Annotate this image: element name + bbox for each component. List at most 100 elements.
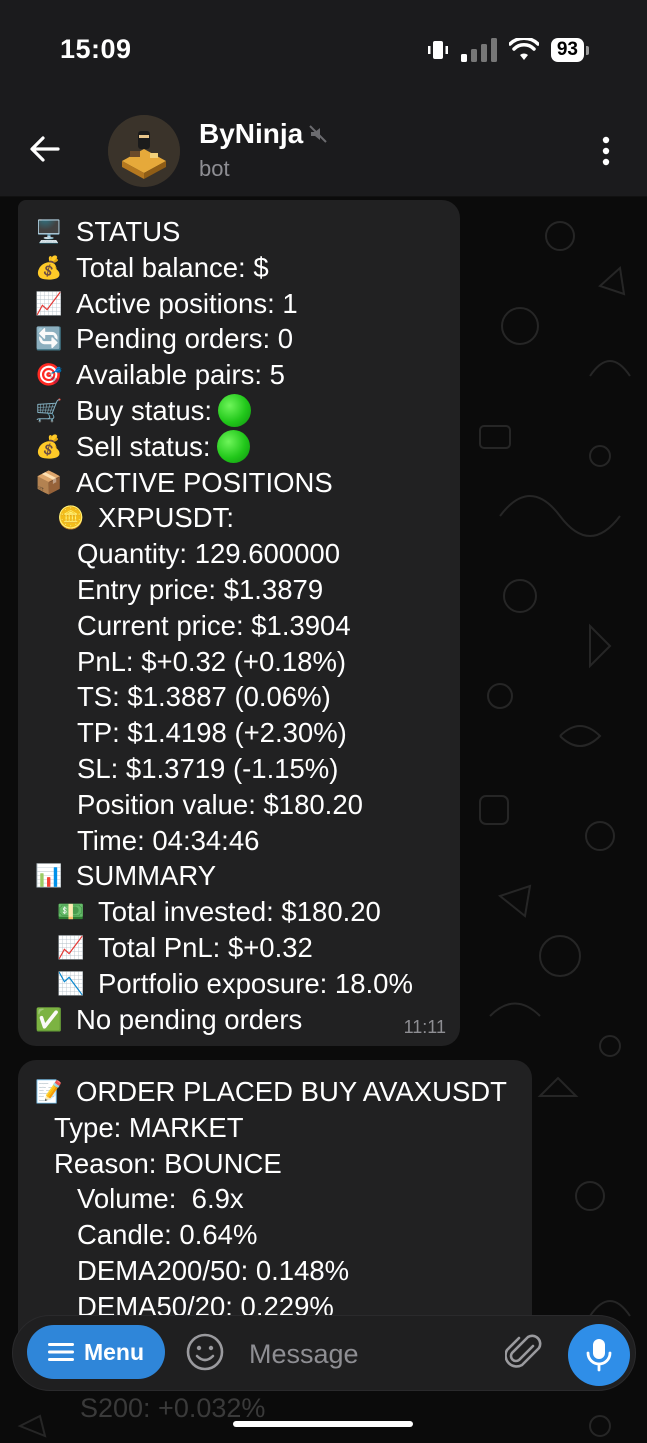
msg-line-quantity: Quantity: 129.600000 bbox=[32, 536, 444, 572]
shopping-cart-icon: 🛒 bbox=[35, 397, 63, 423]
msg-line-order-placed: 📝 ORDER PLACED BUY AVAXUSDT bbox=[32, 1074, 516, 1110]
money-bag-icon: 💰 bbox=[35, 254, 63, 280]
bar-chart-icon: 📊 bbox=[35, 863, 63, 889]
msg-line-active-positions-header: 📦 ACTIVE POSITIONS bbox=[32, 465, 444, 501]
line-text: TS: $1.3887 (0.06%) bbox=[77, 681, 331, 713]
target-icon: 🎯 bbox=[35, 362, 63, 388]
msg-line-position-value: Position value: $180.20 bbox=[32, 787, 444, 823]
status-icons: 93 bbox=[427, 38, 589, 62]
msg-line-type: Type: MARKET bbox=[32, 1110, 516, 1146]
home-indicator[interactable] bbox=[233, 1421, 413, 1427]
line-text: TP: $1.4198 (+2.30%) bbox=[77, 717, 347, 749]
green-circle-icon bbox=[218, 394, 252, 428]
msg-line-total-pnl: 📈 Total PnL: $+0.32 bbox=[32, 930, 444, 966]
green-circle-icon bbox=[216, 430, 250, 464]
line-text: SUMMARY bbox=[76, 860, 217, 892]
msg-line-volume: Volume: 6.9x bbox=[32, 1181, 516, 1217]
line-text: SL: $1.3719 (-1.15%) bbox=[77, 752, 339, 784]
line-text: ACTIVE POSITIONS bbox=[76, 466, 333, 498]
more-options-icon[interactable] bbox=[598, 136, 614, 166]
chat-subtitle: bot bbox=[199, 156, 230, 181]
line-text: Pending orders: 0 bbox=[76, 323, 294, 355]
line-text: ORDER PLACED BUY AVAXUSDT bbox=[76, 1076, 507, 1107]
vibrate-icon bbox=[427, 41, 448, 59]
ninja-avatar-image bbox=[108, 115, 180, 187]
msg-line-time: Time: 04:34:46 bbox=[32, 823, 444, 859]
status-bar: 15:09 93 bbox=[0, 0, 647, 100]
check-mark-icon: ✅ bbox=[35, 1006, 63, 1032]
wifi-icon bbox=[508, 38, 539, 60]
coin-icon: 🪙 bbox=[57, 505, 85, 531]
line-text: DEMA200/50: 0.148% bbox=[77, 1254, 350, 1286]
msg-line-no-pending-orders: ✅ No pending orders bbox=[32, 1002, 444, 1038]
msg-line-entry-price: Entry price: $1.3879 bbox=[32, 572, 444, 608]
msg-line-sl: SL: $1.3719 (-1.15%) bbox=[32, 751, 444, 787]
msg-line-available-pairs: 🎯 Available pairs: 5 bbox=[32, 357, 444, 393]
chat-header: ByNinja bot bbox=[0, 100, 647, 197]
msg-line-total-invested: 💵 Total invested: $180.20 bbox=[32, 894, 444, 930]
message-input[interactable] bbox=[247, 1334, 481, 1374]
line-text: Volume: 6.9x bbox=[77, 1183, 244, 1215]
line-text: Total balance: $ bbox=[76, 251, 269, 283]
line-text: Candle: 0.64% bbox=[77, 1219, 258, 1251]
msg-line-portfolio-exposure: 📉 Portfolio exposure: 18.0% bbox=[32, 966, 444, 1002]
bot-avatar[interactable] bbox=[108, 115, 180, 187]
msg-line-active-positions: 📈 Active positions: 1 bbox=[32, 286, 444, 322]
line-text: Sell status: bbox=[76, 430, 211, 462]
attachment-icon[interactable] bbox=[505, 1332, 543, 1372]
line-text: STATUS bbox=[76, 216, 181, 247]
line-text: PnL: $+0.32 (+0.18%) bbox=[77, 645, 347, 677]
line-text: Total PnL: $+0.32 bbox=[98, 931, 313, 963]
line-text: Available pairs: 5 bbox=[76, 359, 285, 391]
refresh-icon: 🔄 bbox=[35, 326, 63, 352]
line-text: Type: MARKET bbox=[54, 1111, 244, 1143]
line-text: Current price: $1.3904 bbox=[77, 609, 351, 641]
signal-icon bbox=[460, 38, 497, 62]
msg-line-status: 🖥️ STATUS bbox=[32, 214, 444, 250]
line-text: No pending orders bbox=[76, 1003, 303, 1035]
chat-title[interactable]: ByNinja bbox=[199, 118, 303, 150]
microphone-icon bbox=[586, 1339, 612, 1372]
voice-record-button[interactable] bbox=[568, 1324, 630, 1386]
back-arrow-icon[interactable] bbox=[28, 132, 62, 166]
msg-line-pending-orders: 🔄 Pending orders: 0 bbox=[32, 321, 444, 357]
package-icon: 📦 bbox=[35, 469, 63, 495]
memo-icon: 📝 bbox=[35, 1079, 63, 1104]
line-text: Reason: BOUNCE bbox=[54, 1147, 282, 1179]
battery-level: 93 bbox=[550, 38, 584, 62]
menu-button-label: Menu bbox=[83, 1338, 145, 1365]
message-input-bar: Menu bbox=[12, 1315, 636, 1391]
computer-icon: 🖥️ bbox=[35, 219, 63, 244]
message-bubble-status[interactable]: 🖥️ STATUS 💰 Total balance: $ 📈 Active po… bbox=[18, 200, 460, 1046]
line-text: Entry price: $1.3879 bbox=[77, 573, 324, 605]
status-time: 15:09 bbox=[60, 34, 132, 64]
msg-line-total-balance: 💰 Total balance: $ bbox=[32, 250, 444, 286]
msg-line-current-price: Current price: $1.3904 bbox=[32, 608, 444, 644]
msg-line-reason: Reason: BOUNCE bbox=[32, 1146, 516, 1182]
line-text: Position value: $180.20 bbox=[77, 788, 363, 820]
menu-button[interactable]: Menu bbox=[27, 1325, 165, 1379]
line-text: Time: 04:34:46 bbox=[77, 824, 260, 856]
hamburger-icon bbox=[47, 1343, 74, 1361]
msg-line-buy-status: 🛒 Buy status: bbox=[32, 393, 444, 429]
message-timestamp: 11:11 bbox=[403, 1017, 446, 1037]
msg-line-tp: TP: $1.4198 (+2.30%) bbox=[32, 715, 444, 751]
line-text: Portfolio exposure: 18.0% bbox=[98, 967, 413, 999]
chart-up-icon: 📈 bbox=[57, 934, 85, 960]
emoji-icon[interactable] bbox=[185, 1332, 225, 1372]
msg-line-ts: TS: $1.3887 (0.06%) bbox=[32, 679, 444, 715]
line-text: Active positions: 1 bbox=[76, 287, 298, 319]
line-text: XRPUSDT: bbox=[98, 502, 234, 534]
scrolled-message-text: S200: +0.032% bbox=[80, 1393, 266, 1423]
msg-line-pnl: PnL: $+0.32 (+0.18%) bbox=[32, 644, 444, 680]
dollar-banknote-icon: 💵 bbox=[57, 899, 85, 925]
msg-line-xrpusdt: 🪙 XRPUSDT: bbox=[32, 500, 444, 536]
msg-line-candle: Candle: 0.64% bbox=[32, 1217, 516, 1253]
chart-up-icon: 📈 bbox=[35, 290, 63, 316]
line-text: Buy status: bbox=[76, 394, 213, 426]
msg-line-sell-status: 💰 Sell status: bbox=[32, 429, 444, 465]
money-bag-icon: 💰 bbox=[35, 433, 63, 459]
chart-down-icon: 📉 bbox=[57, 970, 85, 996]
line-text: Total invested: $180.20 bbox=[98, 896, 381, 928]
battery-tip bbox=[586, 45, 589, 55]
